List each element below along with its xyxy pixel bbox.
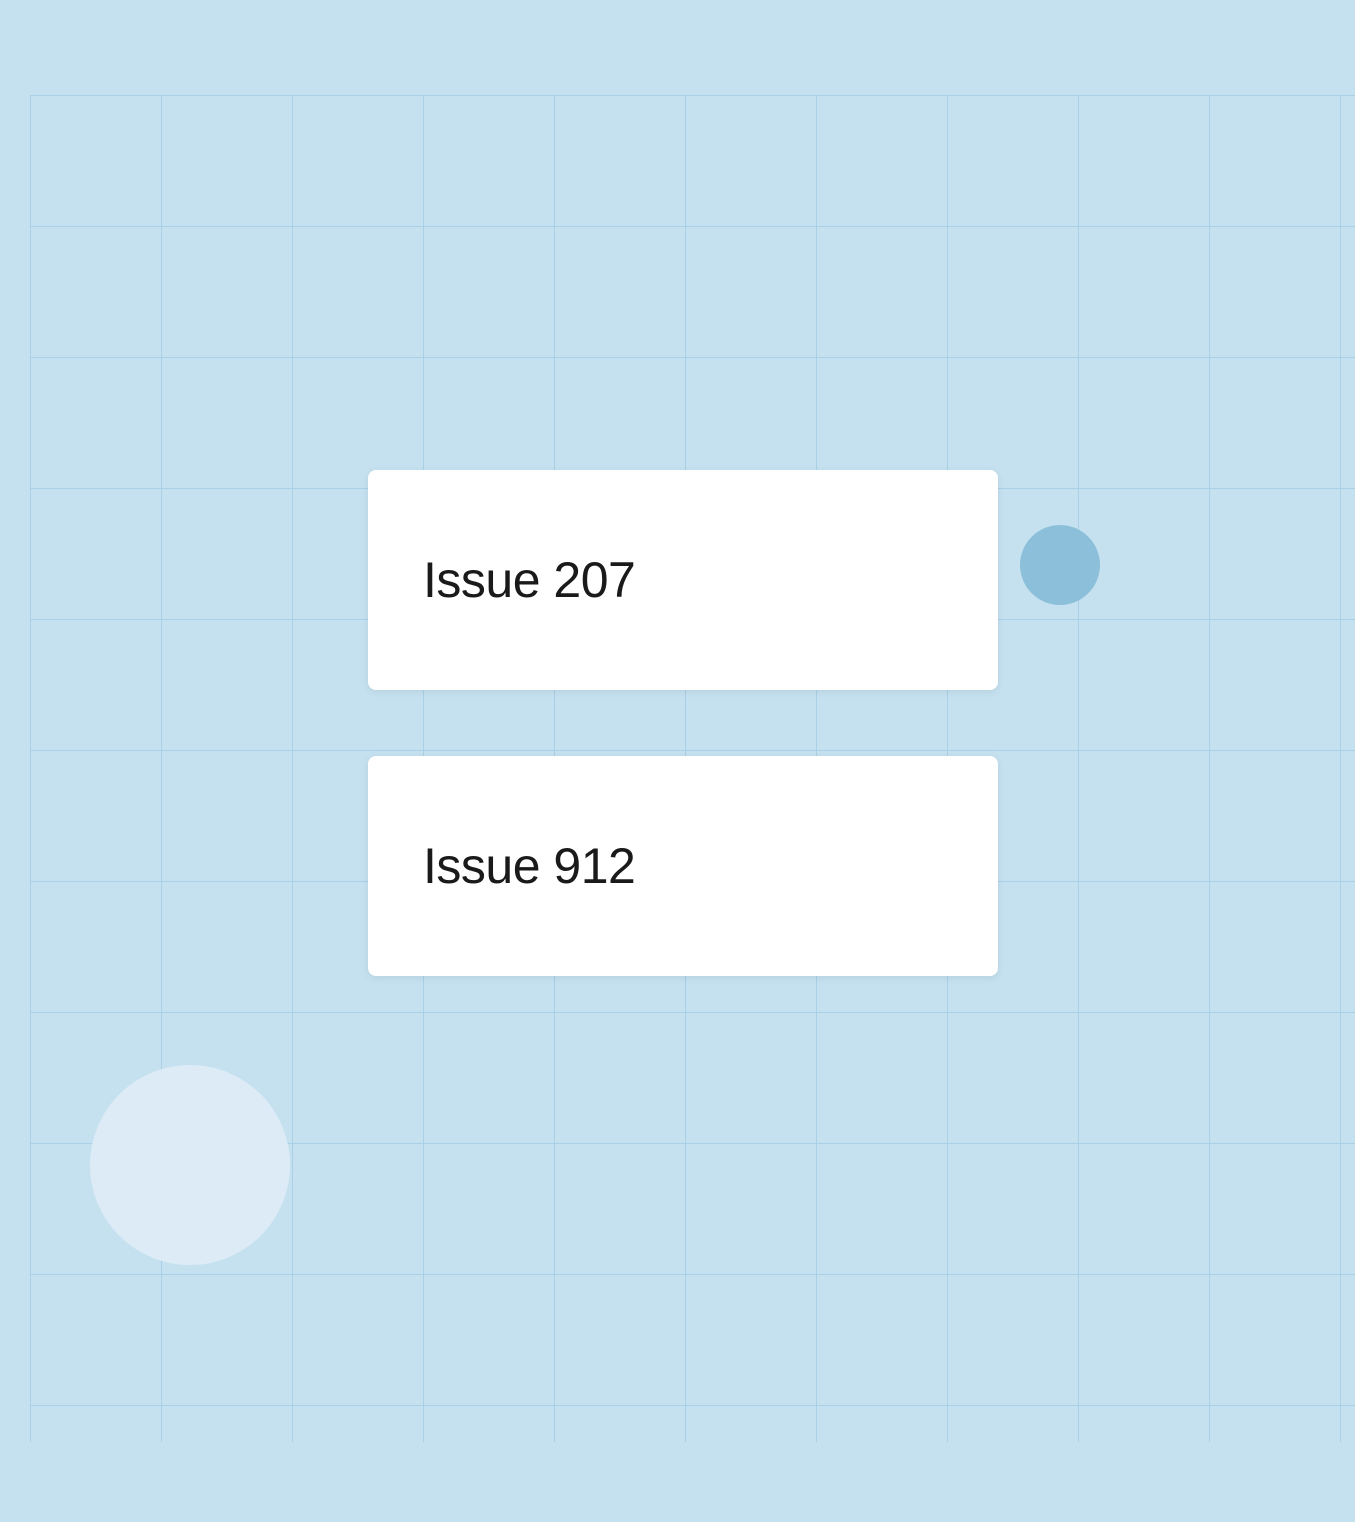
issue-card-title: Issue 912 — [423, 837, 635, 895]
decorative-circle-large — [90, 1065, 290, 1265]
decorative-circle-small — [1020, 525, 1100, 605]
issue-card-1[interactable]: Issue 207 — [368, 470, 998, 690]
issue-card-2[interactable]: Issue 912 — [368, 756, 998, 976]
issue-card-title: Issue 207 — [423, 551, 635, 609]
